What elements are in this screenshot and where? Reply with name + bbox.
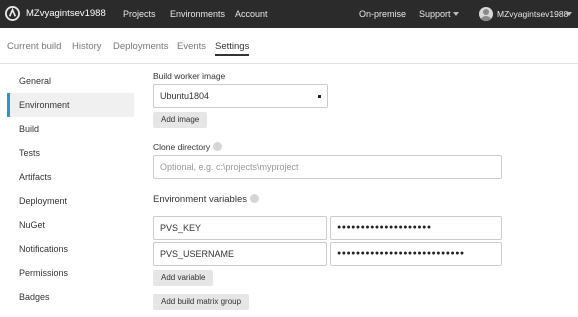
sidebar-item-build[interactable]: Build (7, 117, 134, 141)
sidebar-item-general[interactable]: General (7, 69, 134, 93)
clone-directory-input[interactable]: Optional, e.g. c:\projects\myproject (153, 155, 502, 179)
sidebar-item-nuget[interactable]: NuGet (7, 213, 134, 237)
sidebar-item-environment[interactable]: Environment (7, 93, 134, 117)
clone-directory-label-text: Clone directory (153, 142, 211, 152)
build-worker-image-select[interactable]: Ubuntu1804 (153, 84, 328, 108)
sidebar-item-permissions[interactable]: Permissions (7, 261, 134, 285)
clone-directory-help-icon[interactable] (213, 142, 223, 151)
top-navbar: MZvyagintsev1988 Projects Environments A… (0, 0, 578, 28)
tab-current-build[interactable]: Current build (7, 41, 61, 52)
user-avatar[interactable] (479, 7, 493, 21)
build-worker-image-value: Ubuntu1804 (160, 91, 210, 101)
tab-settings[interactable]: Settings (215, 41, 250, 56)
add-image-button[interactable]: Add image (153, 112, 208, 128)
clone-directory-label: Clone directory (153, 142, 223, 152)
sidebar-item-badges[interactable]: Badges (7, 285, 134, 309)
environment-variables-help-icon[interactable] (250, 194, 259, 203)
sidebar-item-artifacts[interactable]: Artifacts (7, 165, 134, 189)
env-var-name-input[interactable]: PVS_KEY (153, 216, 327, 240)
add-build-matrix-group-button[interactable]: Add build matrix group (153, 294, 250, 310)
build-worker-image-label: Build worker image (153, 71, 226, 81)
nav-support-menu[interactable]: Support (419, 0, 451, 28)
sidebar-item-notifications[interactable]: Notifications (7, 237, 134, 261)
support-chevron-down-icon[interactable] (453, 12, 459, 16)
sidebar-item-deployment[interactable]: Deployment (7, 189, 134, 213)
nav-account-link[interactable]: Account (235, 0, 268, 28)
environment-variables-title: Environment variables (153, 194, 259, 205)
env-var-value-input[interactable]: ●●●●●●●●●●●●●●●●●●●● (330, 216, 502, 240)
user-menu[interactable]: MZvyagintsev1988 (497, 0, 568, 28)
project-tabs: Current build History Deployments Events… (0, 28, 578, 64)
tab-deployments[interactable]: Deployments (113, 41, 168, 52)
brand-account-name[interactable]: MZvyagintsev1988 (26, 0, 106, 28)
env-var-value-input[interactable]: ●●●●●●●●●●●●●●●●●●●●●●●●●●● (330, 242, 502, 266)
sidebar-item-tests[interactable]: Tests (7, 141, 134, 165)
user-chevron-down-icon[interactable] (566, 12, 572, 16)
environment-variables-title-text: Environment variables (153, 194, 247, 205)
nav-on-premise-link[interactable]: On-premise (359, 0, 406, 28)
appveyor-logo-icon[interactable] (5, 6, 20, 21)
nav-environments-link[interactable]: Environments (170, 0, 225, 28)
env-var-name-input[interactable]: PVS_USERNAME (153, 242, 327, 266)
tab-history[interactable]: History (72, 41, 102, 52)
select-dropdown-icon (318, 95, 321, 98)
nav-projects-link[interactable]: Projects (123, 0, 156, 28)
add-variable-button[interactable]: Add variable (153, 270, 214, 286)
tab-events[interactable]: Events (177, 41, 206, 52)
